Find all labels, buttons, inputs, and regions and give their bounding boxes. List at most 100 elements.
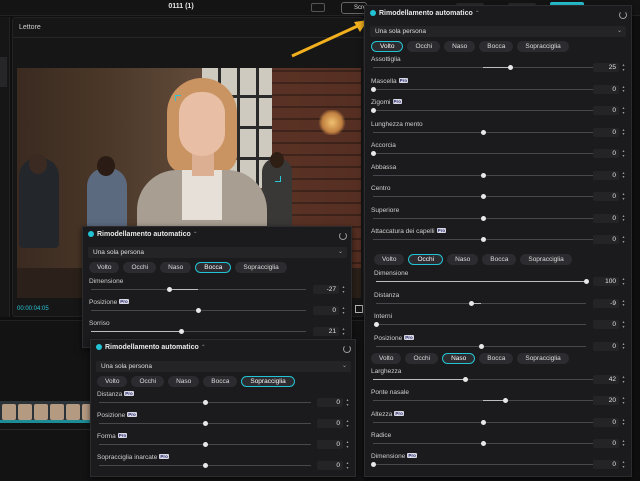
stepper-icon[interactable]: ▲ ▼ xyxy=(621,342,626,351)
slider-knob[interactable] xyxy=(370,151,376,156)
tab-naso[interactable]: Naso xyxy=(160,262,192,273)
tab-bocca[interactable]: Bocca xyxy=(203,376,238,387)
stepper-icon[interactable]: ▲ ▼ xyxy=(621,299,626,308)
value-input[interactable]: 20 xyxy=(593,396,619,406)
slider-knob[interactable] xyxy=(508,65,513,70)
stepper-icon[interactable]: ▲ ▼ xyxy=(621,460,626,469)
stepper-icon[interactable]: ▲ ▼ xyxy=(341,285,346,294)
tab-occhi[interactable]: Occhi xyxy=(131,376,165,387)
slider-knob[interactable] xyxy=(202,400,208,405)
tab-occhi[interactable]: Occhi xyxy=(407,41,441,52)
value-input[interactable]: 0 xyxy=(317,440,343,449)
person-select[interactable]: Una sola persona ⌄ xyxy=(96,361,351,372)
toggle-icon[interactable] xyxy=(96,344,102,350)
slider-knob[interactable] xyxy=(196,308,201,313)
reset-icon[interactable] xyxy=(343,345,351,353)
stepper-icon[interactable]: ▲ ▼ xyxy=(345,461,350,470)
video-clip[interactable] xyxy=(0,401,100,423)
stepper-icon[interactable]: ▲ ▼ xyxy=(621,320,626,329)
toggle-icon[interactable] xyxy=(88,231,94,237)
person-select[interactable]: Una sola persona ⌄ xyxy=(370,26,626,37)
slider-knob[interactable] xyxy=(178,329,184,334)
slider-knob[interactable] xyxy=(202,442,208,447)
tab-naso[interactable]: Naso xyxy=(447,254,479,265)
value-input[interactable]: 0 xyxy=(593,213,619,223)
stepper-icon[interactable]: ▲ ▼ xyxy=(345,419,350,428)
tab-volto[interactable]: Volto xyxy=(371,41,404,52)
value-input[interactable]: 0 xyxy=(593,84,619,94)
person-select[interactable]: Una sola persona ⌄ xyxy=(88,247,347,258)
tab-volto[interactable]: Volto xyxy=(89,262,120,273)
stepper-icon[interactable]: ▲ ▼ xyxy=(621,396,626,405)
value-input[interactable]: 0 xyxy=(593,438,619,448)
stepper-icon[interactable]: ▲ ▼ xyxy=(621,85,626,94)
slider-knob[interactable] xyxy=(373,322,379,327)
stepper-icon[interactable]: ▲ ▼ xyxy=(621,439,626,448)
value-input[interactable]: -27 xyxy=(313,285,339,294)
slider-knob[interactable] xyxy=(370,86,376,92)
tab-bocca[interactable]: Bocca xyxy=(195,262,232,273)
tab-naso[interactable]: Naso xyxy=(442,353,476,364)
tab-bocca[interactable]: Bocca xyxy=(479,41,514,52)
tab-volto[interactable]: Volto xyxy=(374,254,405,265)
value-input[interactable]: 0 xyxy=(593,235,619,244)
slider-knob[interactable] xyxy=(480,194,486,199)
slider-knob[interactable] xyxy=(480,237,486,242)
tab-volto[interactable]: Volto xyxy=(97,376,128,387)
value-input[interactable]: 0 xyxy=(313,306,339,315)
stepper-icon[interactable]: ▲ ▼ xyxy=(341,306,346,315)
value-input[interactable]: 0 xyxy=(593,149,619,158)
tab-occhi[interactable]: Occhi xyxy=(123,262,157,273)
slider-knob[interactable] xyxy=(480,129,486,135)
value-input[interactable]: 21 xyxy=(313,327,339,336)
slider-knob[interactable] xyxy=(480,419,486,425)
value-input[interactable]: 100 xyxy=(593,277,619,286)
stepper-icon[interactable]: ▲ ▼ xyxy=(341,327,346,336)
value-input[interactable]: 0 xyxy=(593,417,619,427)
stepper-icon[interactable]: ▲ ▼ xyxy=(621,214,626,223)
tab-bocca[interactable]: Bocca xyxy=(479,353,514,364)
value-input[interactable]: 0 xyxy=(593,320,619,329)
slider-track[interactable] xyxy=(376,302,586,304)
stepper-icon[interactable]: ▲ ▼ xyxy=(621,375,626,384)
value-input[interactable]: 0 xyxy=(593,127,619,137)
value-input[interactable]: 0 xyxy=(593,341,619,351)
tab-sopracciglia[interactable]: Sopracciglia xyxy=(241,376,295,387)
slider-knob[interactable] xyxy=(166,287,172,292)
reset-icon[interactable] xyxy=(339,232,347,240)
toggle-icon[interactable] xyxy=(370,10,376,16)
stepper-icon[interactable]: ▲ ▼ xyxy=(621,192,626,201)
slider-track[interactable] xyxy=(373,110,593,111)
value-input[interactable]: 0 xyxy=(317,398,343,407)
value-input[interactable]: -9 xyxy=(593,298,619,308)
stepper-icon[interactable]: ▲ ▼ xyxy=(621,106,626,115)
tab-sopracciglia[interactable]: Sopracciglia xyxy=(517,353,569,364)
slider-knob[interactable] xyxy=(583,279,589,284)
stepper-icon[interactable]: ▲ ▼ xyxy=(621,418,626,427)
slider-track[interactable] xyxy=(373,153,593,154)
stepper-icon[interactable]: ▲ ▼ xyxy=(621,235,626,244)
slider-knob[interactable] xyxy=(370,108,376,113)
slider-knob[interactable] xyxy=(462,377,468,382)
tab-naso[interactable]: Naso xyxy=(444,41,476,52)
value-input[interactable]: 0 xyxy=(593,170,619,180)
fullscreen-icon[interactable] xyxy=(355,305,363,313)
stepper-icon[interactable]: ▲ ▼ xyxy=(345,440,350,449)
slider-knob[interactable] xyxy=(478,343,484,349)
stepper-icon[interactable]: ▲ ▼ xyxy=(621,277,626,286)
sidebar-block[interactable] xyxy=(0,57,7,87)
value-input[interactable]: 0 xyxy=(317,419,343,428)
stepper-icon[interactable]: ▲ ▼ xyxy=(345,398,350,407)
stepper-icon[interactable]: ▲ ▼ xyxy=(621,128,626,137)
value-input[interactable]: 42 xyxy=(593,375,619,384)
value-input[interactable]: 0 xyxy=(317,461,343,470)
slider-knob[interactable] xyxy=(469,300,475,306)
value-input[interactable]: 0 xyxy=(593,460,619,470)
slider-knob[interactable] xyxy=(502,398,508,404)
reset-icon[interactable] xyxy=(619,11,627,19)
slider-track[interactable] xyxy=(373,464,593,466)
slider-knob[interactable] xyxy=(480,215,486,221)
tab-occhi[interactable]: Occhi xyxy=(408,254,444,265)
value-input[interactable]: 0 xyxy=(593,106,619,115)
value-input[interactable]: 0 xyxy=(593,192,619,201)
